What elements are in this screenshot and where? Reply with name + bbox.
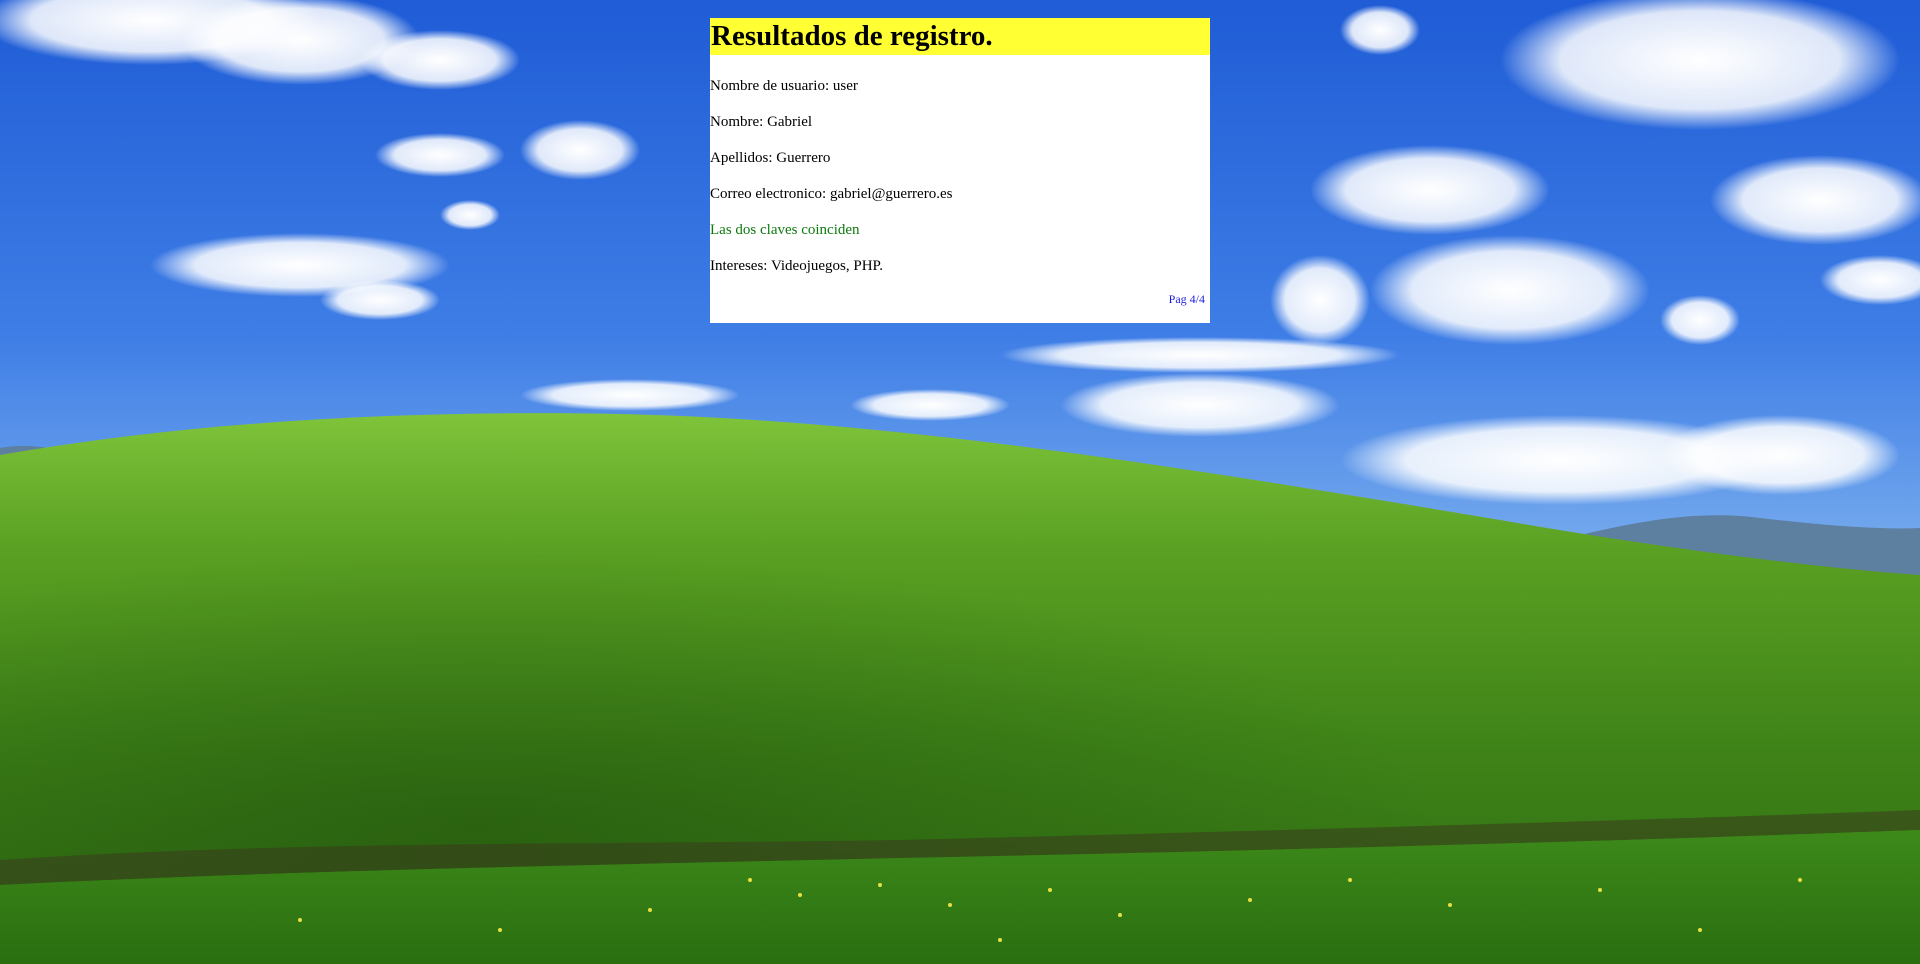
page-title: Resultados de registro. [710,18,1210,55]
username-line: Nombre de usuario: user [710,78,858,94]
interests-line: Intereses: Videojuegos, PHP. [710,258,883,274]
password-match-message: Las dos claves coinciden [710,222,860,238]
page-indicator-link[interactable]: Pag 4/4 [1169,292,1205,306]
surname-line: Apellidos: Guerrero [710,150,831,166]
email-line: Correo electronico: gabriel@guerrero.es [710,186,953,202]
name-line: Nombre: Gabriel [710,114,813,130]
registration-results-panel: Resultados de registro. Nombre de usuari… [710,18,1210,323]
